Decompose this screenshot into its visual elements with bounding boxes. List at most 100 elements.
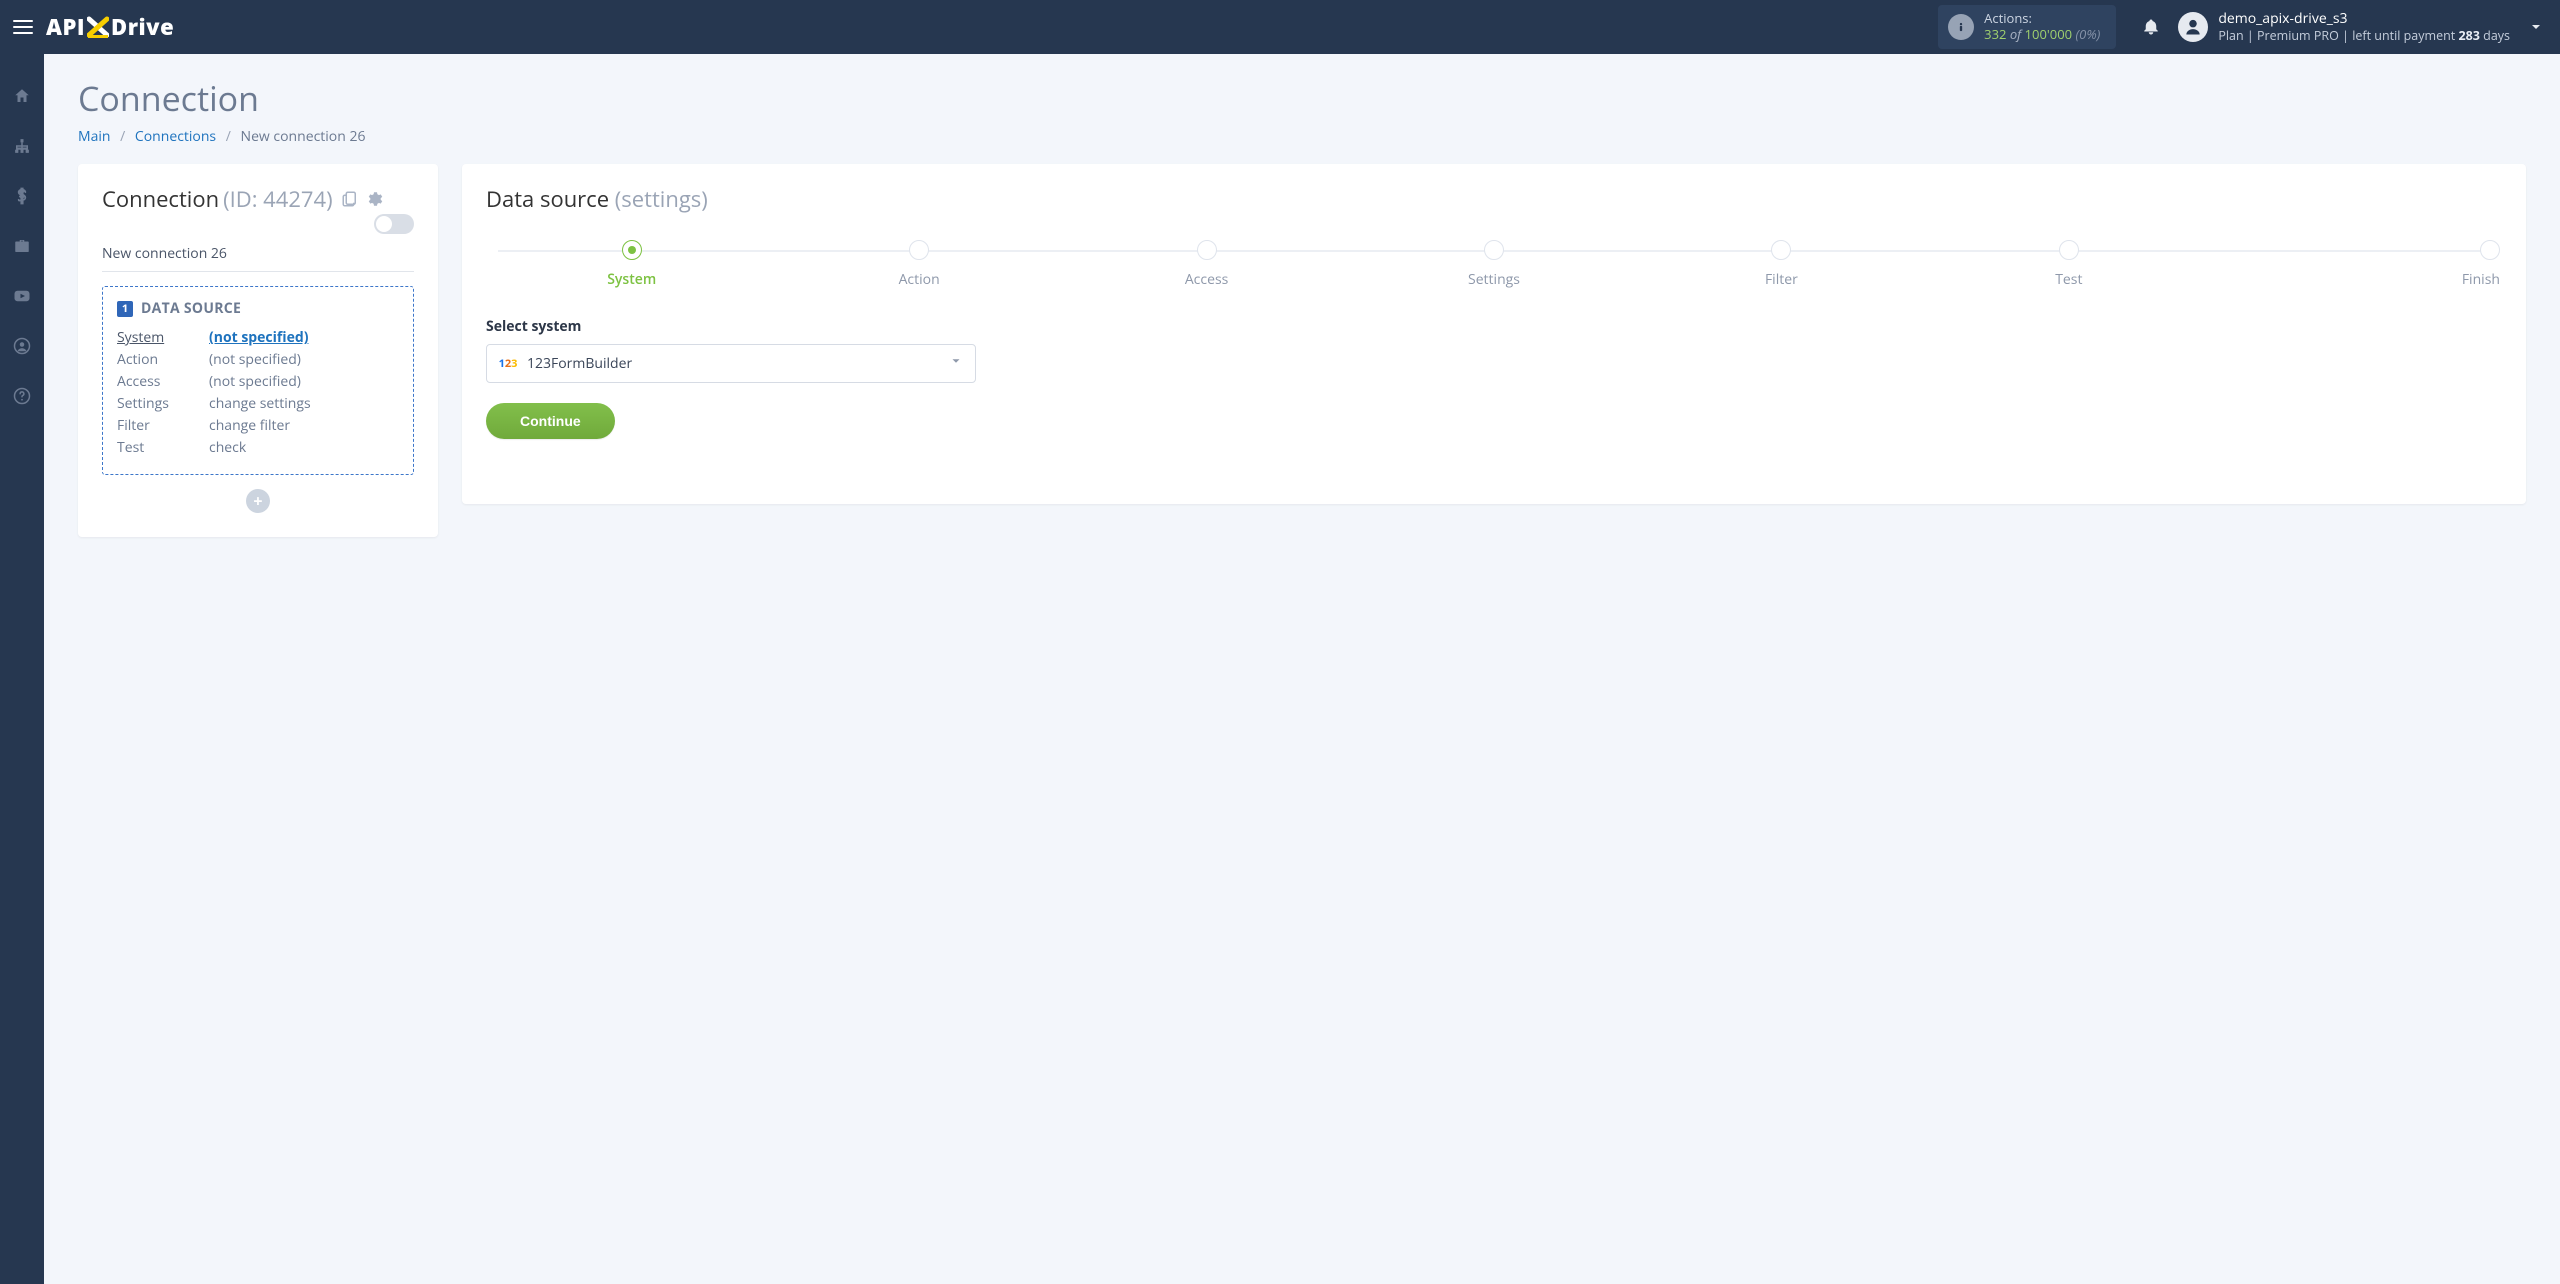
briefcase-icon [13, 237, 31, 255]
ds-row-access[interactable]: Access (not specified) [117, 372, 399, 391]
step-system[interactable]: System [488, 240, 775, 289]
ds-row-value: (not specified) [209, 350, 301, 369]
sitemap-icon [13, 137, 31, 155]
step-label: Finish [2462, 270, 2500, 289]
nav-billing[interactable] [0, 182, 44, 210]
step-label: Access [1185, 270, 1228, 289]
notifications-button[interactable] [2134, 10, 2168, 44]
select-system-dropdown[interactable]: 123 123FormBuilder [486, 344, 976, 383]
step-filter[interactable]: Filter [1638, 240, 1925, 289]
main: Connection Main / Connections / New conn… [44, 54, 2560, 1284]
step-action[interactable]: Action [775, 240, 1062, 289]
data-source-badge: 1 [117, 301, 133, 317]
logo-text-api: API [46, 12, 85, 42]
question-icon [13, 387, 31, 405]
step-dot [1771, 240, 1791, 260]
home-icon [13, 87, 31, 105]
actions-counter[interactable]: Actions: 332 of 100'000 (0%) [1938, 5, 2116, 48]
crumb-main[interactable]: Main [78, 127, 111, 146]
ds-row-value: change settings [209, 394, 311, 413]
user-icon [2183, 17, 2203, 37]
step-label: Action [899, 270, 940, 289]
ds-row-action[interactable]: Action (not specified) [117, 350, 399, 369]
ds-row-label: Settings [117, 394, 191, 413]
step-label: Test [2055, 270, 2082, 289]
ds-row-value: check [209, 438, 246, 457]
step-dot [2059, 240, 2079, 260]
nav-videos[interactable] [0, 282, 44, 310]
system-logo-icon: 123 [499, 357, 517, 371]
gear-icon[interactable] [365, 190, 383, 208]
ds-row-value: change filter [209, 416, 290, 435]
step-test[interactable]: Test [1925, 240, 2212, 289]
actions-text: Actions: 332 of 100'000 (0%) [1984, 11, 2100, 42]
enable-toggle[interactable] [374, 214, 414, 234]
ds-row-label: Filter [117, 416, 191, 435]
logo-x-icon [87, 15, 109, 39]
wizard-stepper: System Action Access Settings Filter Test Fini… [486, 240, 2502, 289]
step-dot [1197, 240, 1217, 260]
ds-row-system[interactable]: System (not specified) [117, 328, 399, 347]
user-circle-icon [13, 337, 31, 355]
chevron-down-icon [949, 354, 963, 373]
connection-heading: Connection (ID: 44274) [102, 184, 414, 234]
logo[interactable]: API Drive [46, 12, 174, 42]
step-dot [622, 240, 642, 260]
breadcrumb: Main / Connections / New connection 26 [78, 127, 2526, 146]
copy-icon[interactable] [341, 190, 359, 208]
step-dot [1484, 240, 1504, 260]
add-step-button[interactable]: + [246, 489, 270, 513]
data-source-header: 1 DATA SOURCE [117, 299, 399, 318]
nav-home[interactable] [0, 82, 44, 110]
step-dot [909, 240, 929, 260]
select-system-value: 123FormBuilder [527, 354, 632, 373]
ds-row-filter[interactable]: Filter change filter [117, 416, 399, 435]
crumb-current: New connection 26 [241, 127, 366, 146]
ds-row-value: (not specified) [209, 328, 308, 347]
info-icon [1948, 14, 1974, 40]
data-source-settings-card: Data source (settings) System Action Acces… [462, 164, 2526, 504]
step-dot [2480, 240, 2500, 260]
logo-text-drive: Drive [111, 12, 174, 42]
connection-id: (ID: 44274) [223, 184, 332, 214]
nav-connections[interactable] [0, 132, 44, 160]
continue-button[interactable]: Continue [486, 403, 615, 439]
step-finish[interactable]: Finish [2213, 240, 2500, 289]
ds-row-settings[interactable]: Settings change settings [117, 394, 399, 413]
step-label: System [607, 270, 656, 289]
left-rail [0, 54, 44, 1284]
ds-row-test[interactable]: Test check [117, 438, 399, 457]
settings-heading: Data source (settings) [486, 184, 2502, 214]
menu-toggle-button[interactable] [6, 10, 40, 44]
chevron-down-icon [2528, 19, 2544, 35]
hamburger-icon [13, 18, 33, 36]
ds-row-label: Action [117, 350, 191, 369]
ds-row-label: Access [117, 372, 191, 391]
page-title: Connection [78, 80, 2526, 117]
select-system-label: Select system [486, 317, 2502, 336]
connection-name: New connection 26 [102, 244, 414, 263]
nav-tools[interactable] [0, 232, 44, 260]
dollar-icon [13, 187, 31, 205]
youtube-icon [13, 287, 31, 305]
step-label: Settings [1468, 270, 1520, 289]
user-avatar[interactable] [2178, 12, 2208, 42]
bell-icon [2142, 17, 2160, 37]
ds-row-label: Test [117, 438, 191, 457]
user-name: demo_apix-drive_s3 [2218, 10, 2510, 28]
step-label: Filter [1765, 270, 1798, 289]
data-source-title: DATA SOURCE [141, 299, 241, 318]
user-block[interactable]: demo_apix-drive_s3 Plan | Premium PRO | … [2218, 10, 2510, 43]
topbar: API Drive Actions: 332 of 100'000 (0%) [0, 0, 2560, 54]
user-plan: Plan | Premium PRO | left until payment … [2218, 28, 2510, 44]
nav-help[interactable] [0, 382, 44, 410]
ds-row-label: System [117, 328, 191, 347]
step-settings[interactable]: Settings [1350, 240, 1637, 289]
crumb-connections[interactable]: Connections [135, 127, 216, 146]
connection-summary-card: Connection (ID: 44274) New connection 26… [78, 164, 438, 537]
ds-row-value: (not specified) [209, 372, 301, 391]
data-source-box: 1 DATA SOURCE System(not specified)Actio… [102, 286, 414, 475]
nav-account[interactable] [0, 332, 44, 360]
step-access[interactable]: Access [1063, 240, 1350, 289]
user-menu-caret[interactable] [2524, 19, 2548, 35]
